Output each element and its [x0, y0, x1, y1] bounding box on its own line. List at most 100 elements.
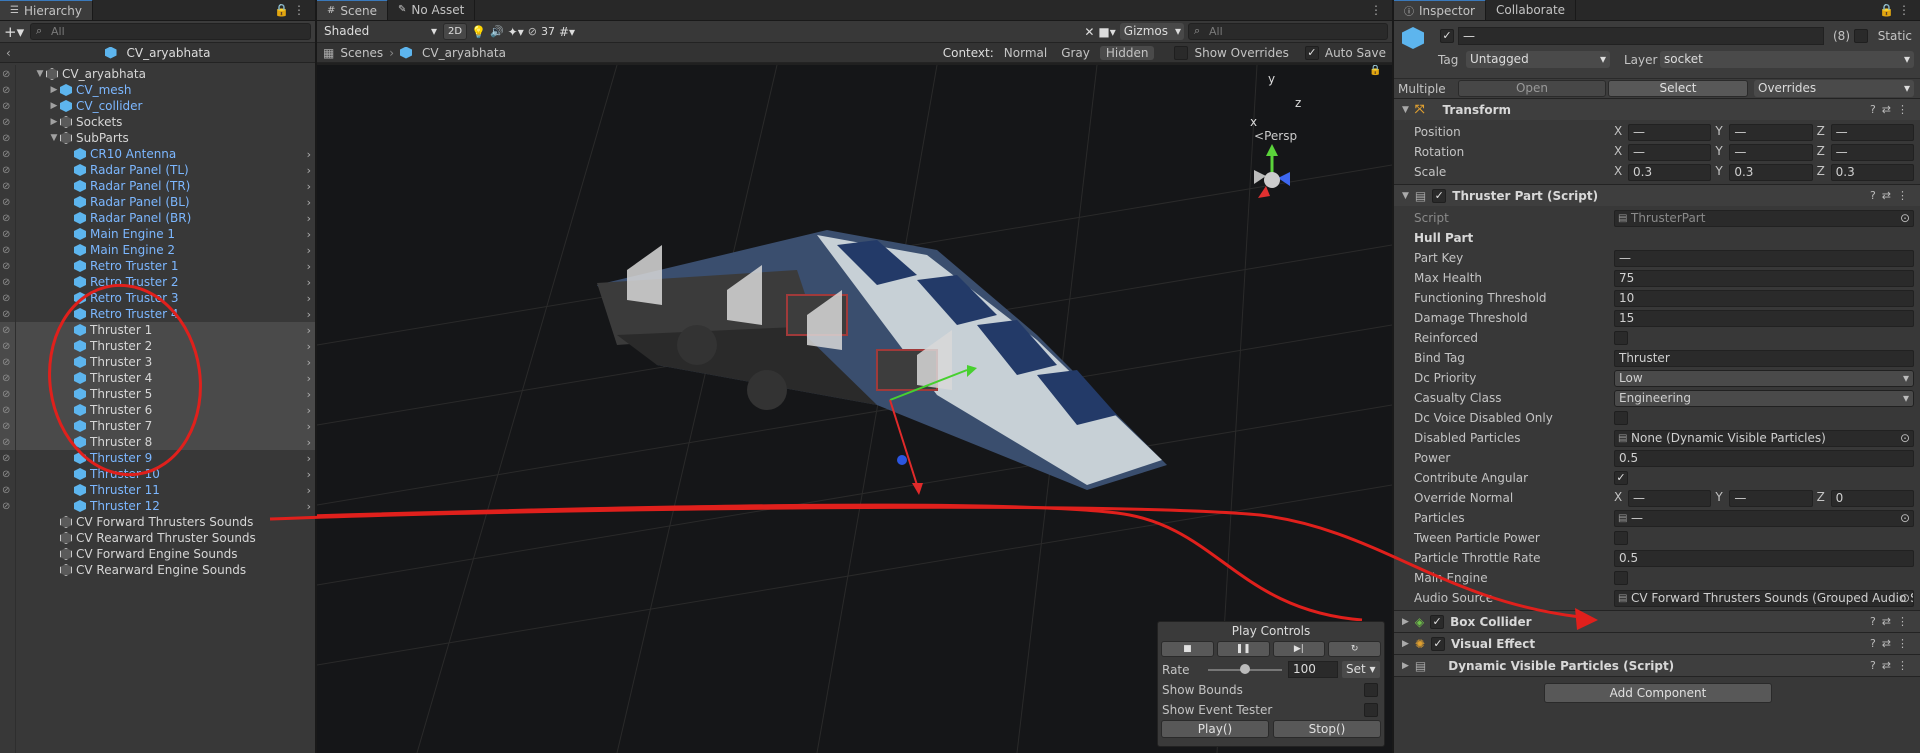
orientation-gizmo[interactable] — [1254, 144, 1290, 198]
hidden-objects-icon[interactable]: ⊘ — [528, 25, 537, 38]
back-icon[interactable]: ‹ — [6, 46, 11, 60]
open-prefab-icon[interactable]: › — [307, 276, 311, 289]
shading-dropdown[interactable]: Shaded ▾ — [321, 23, 439, 40]
effects-icon[interactable]: ✦▾ — [508, 25, 524, 39]
open-prefab-icon[interactable]: › — [307, 436, 311, 449]
hierarchy-item[interactable]: ⊘ Thruster 10 › — [0, 466, 315, 482]
hierarchy-item[interactable]: ⊘ Radar Panel (BR) › — [0, 210, 315, 226]
auto-save-checkbox[interactable]: ✓ — [1304, 45, 1319, 60]
hierarchy-item[interactable]: ⊘ Radar Panel (TL) › — [0, 162, 315, 178]
scene-menu-icon[interactable]: ⋮ — [1370, 3, 1386, 17]
play-button[interactable]: Play() — [1161, 720, 1269, 738]
hierarchy-item[interactable]: ⊘ Main Engine 1 › — [0, 226, 315, 242]
tag-dropdown[interactable]: Untagged ▾ — [1466, 51, 1610, 68]
add-icon[interactable]: +▾ — [4, 23, 26, 41]
open-prefab-icon[interactable]: › — [307, 244, 311, 257]
hierarchy-item[interactable]: ⊘ Thruster 7 › — [0, 418, 315, 434]
hierarchy-item[interactable]: ⊘ Main Engine 2 › — [0, 242, 315, 258]
hierarchy-item[interactable]: ⊘ ▼ CV_aryabhata — [0, 66, 315, 82]
box-collider-checkbox[interactable]: ✓ — [1430, 614, 1445, 629]
lock-view-icon[interactable]: 🔒 — [1369, 65, 1381, 76]
open-prefab-icon[interactable]: › — [307, 292, 311, 305]
stop-button[interactable]: Stop() — [1273, 720, 1381, 738]
scale-y-field[interactable]: 0.3 — [1729, 163, 1813, 181]
foldout-closed-icon[interactable]: ▶ — [48, 117, 60, 127]
hierarchy-item[interactable]: CV Forward Engine Sounds — [0, 546, 315, 562]
damage-field[interactable]: 15 — [1614, 309, 1914, 327]
hierarchy-search-input[interactable]: All — [30, 23, 311, 40]
dc-priority-field[interactable]: Low — [1614, 369, 1914, 387]
object-picker-icon[interactable]: ⊙ — [1900, 591, 1910, 606]
scale-z-field[interactable]: 0.3 — [1830, 163, 1914, 181]
tab-scene[interactable]: # Scene — [317, 0, 388, 20]
disabled-particles-field[interactable]: None (Dynamic Visible Particles) ▤ ⊙ — [1614, 429, 1914, 447]
open-prefab-icon[interactable]: › — [307, 148, 311, 161]
hierarchy-item[interactable]: ⊘ Retro Truster 3 › — [0, 290, 315, 306]
loop-icon[interactable]: ↻ — [1328, 641, 1381, 657]
functioning-field[interactable]: 10 — [1614, 289, 1914, 307]
component-menu-icons[interactable]: ?⇄⋮ — [1870, 637, 1914, 650]
open-prefab-icon[interactable]: › — [307, 228, 311, 241]
hierarchy-item[interactable]: ⊘ ▶ CV_collider — [0, 98, 315, 114]
open-prefab-icon[interactable]: › — [307, 388, 311, 401]
hierarchy-item[interactable]: CV Forward Thrusters Sounds — [0, 514, 315, 530]
open-prefab-icon[interactable]: › — [307, 196, 311, 209]
max-health-field[interactable]: 75 — [1614, 269, 1914, 287]
hierarchy-item[interactable]: ⊘ Thruster 2 › — [0, 338, 315, 354]
foldout-open-icon[interactable]: ▼ — [34, 69, 46, 79]
ship-model[interactable] — [597, 230, 1167, 490]
component-menu-icons[interactable]: ?⇄⋮ — [1870, 103, 1914, 116]
foldout-closed-icon[interactable]: ▶ — [48, 85, 60, 95]
component-menu-icons[interactable]: ?⇄⋮ — [1870, 615, 1914, 628]
context-hidden[interactable]: Hidden — [1099, 45, 1155, 60]
power-field[interactable]: 0.5 — [1614, 449, 1914, 467]
pause-icon[interactable]: ❚❚ — [1216, 641, 1270, 657]
object-picker-icon[interactable]: ⊙ — [1900, 211, 1910, 226]
lighting-icon[interactable]: 💡 — [471, 25, 486, 39]
overrides-dropdown[interactable]: Overrides ▾ — [1754, 80, 1914, 97]
particles-field[interactable]: — ▤ ⊙ — [1614, 509, 1914, 527]
scale-x-field[interactable]: 0.3 — [1628, 163, 1712, 181]
hierarchy-item[interactable]: CV Rearward Thruster Sounds — [0, 530, 315, 546]
hierarchy-item[interactable]: ⊘ ▶ CV_mesh — [0, 82, 315, 98]
tab-inspector[interactable]: ⓘ Inspector — [1394, 0, 1486, 20]
hierarchy-item[interactable]: ⊘ Thruster 1 › — [0, 322, 315, 338]
visual-effect-checkbox[interactable]: ✓ — [1430, 636, 1445, 651]
scene-search-input[interactable]: All — [1188, 23, 1388, 40]
open-prefab-icon[interactable]: › — [307, 372, 311, 385]
open-prefab-icon[interactable]: › — [307, 356, 311, 369]
tween-checkbox[interactable] — [1614, 531, 1628, 545]
dynamic-particles-header[interactable]: ▶ ▤ Dynamic Visible Particles (Script) ?… — [1394, 654, 1920, 676]
rate-input[interactable]: 100 — [1288, 661, 1338, 678]
layer-dropdown[interactable]: socket ▾ — [1660, 51, 1914, 68]
mode-2d-button[interactable]: 2D — [443, 23, 467, 40]
casualty-field[interactable]: Engineering — [1614, 389, 1914, 407]
foldout-open-icon[interactable]: ▼ — [48, 133, 60, 143]
hierarchy-item[interactable]: ⊘ Thruster 12 › — [0, 498, 315, 514]
scene-viewport[interactable]: y z x 🔒 <Persp Play Controls ■ ❚❚ ▶| ↻ R… — [317, 65, 1392, 753]
hierarchy-item[interactable]: ⊘ Thruster 3 › — [0, 354, 315, 370]
visual-effect-header[interactable]: ▶ ✺ ✓ Visual Effect ?⇄⋮ — [1394, 632, 1920, 654]
hierarchy-item[interactable]: ⊘ Retro Truster 1 › — [0, 258, 315, 274]
open-prefab-icon[interactable]: › — [307, 484, 311, 497]
hierarchy-item[interactable]: ⊘ Retro Truster 4 › — [0, 306, 315, 322]
active-checkbox[interactable]: ✓ — [1440, 29, 1454, 43]
object-picker-icon[interactable]: ⊙ — [1900, 511, 1910, 526]
hierarchy-item[interactable]: ⊘ ▼ SubParts — [0, 130, 315, 146]
breadcrumb-scenes[interactable]: Scenes — [340, 46, 383, 60]
step-icon[interactable]: ▶| — [1272, 641, 1326, 657]
open-prefab-icon[interactable]: › — [307, 308, 311, 321]
show-event-tester-checkbox[interactable] — [1364, 703, 1378, 717]
static-checkbox[interactable] — [1854, 29, 1868, 43]
hierarchy-item[interactable]: ⊘ Thruster 4 › — [0, 370, 315, 386]
override-normal-y-field[interactable]: — — [1729, 489, 1813, 507]
dc-voice-checkbox[interactable] — [1614, 411, 1628, 425]
tab-no-asset[interactable]: ✎ No Asset — [388, 0, 476, 20]
throttle-field[interactable]: 0.5 — [1614, 549, 1914, 567]
open-prefab-icon[interactable]: › — [307, 468, 311, 481]
bind-tag-field[interactable]: Thruster — [1614, 349, 1914, 367]
open-prefab-icon[interactable]: › — [307, 324, 311, 337]
hierarchy-item[interactable]: CV Rearward Engine Sounds — [0, 562, 315, 578]
persp-label[interactable]: <Persp — [1254, 129, 1297, 143]
transform-header[interactable]: ▼ ⤧ Transform ?⇄⋮ — [1394, 98, 1920, 120]
